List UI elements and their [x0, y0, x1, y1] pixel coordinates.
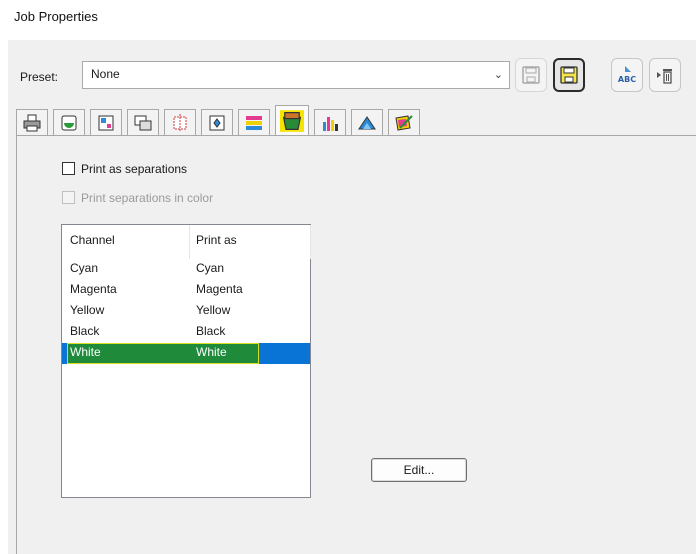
save-disabled-icon — [522, 66, 540, 84]
print-separations-in-color-checkbox[interactable] — [62, 191, 75, 204]
tab-layout[interactable] — [90, 109, 122, 135]
printer-icon — [23, 114, 41, 131]
print-as-column-header[interactable]: Print as — [196, 233, 237, 247]
tab-printer[interactable] — [16, 109, 48, 135]
tab-separations[interactable] — [275, 105, 309, 136]
scale-icon — [134, 115, 152, 130]
channel-cell: White — [70, 345, 101, 359]
tab-ink-channels[interactable] — [314, 109, 346, 135]
table-row[interactable]: Black Black — [62, 322, 310, 343]
save-as-preset-button[interactable] — [553, 58, 585, 92]
tab-profile[interactable] — [351, 109, 383, 135]
tab-color-correction[interactable] — [388, 109, 420, 135]
table-row[interactable]: Yellow Yellow — [62, 301, 310, 322]
channel-cell: Magenta — [70, 282, 117, 296]
print-as-cell: Yellow — [196, 303, 231, 317]
color-correction-icon — [395, 114, 413, 131]
ink-channels-icon — [323, 116, 338, 131]
color-adjust-icon — [246, 115, 262, 130]
print-as-cell: Magenta — [196, 282, 243, 296]
print-as-separations-checkbox[interactable] — [62, 162, 75, 175]
media-icon — [61, 115, 77, 130]
channel-list[interactable]: Channel Print as Cyan Cyan Magenta Magen… — [61, 224, 311, 498]
table-row[interactable]: Cyan Cyan — [62, 259, 310, 280]
preset-value: None — [91, 67, 120, 81]
delete-icon — [657, 69, 672, 84]
tab-media[interactable] — [53, 109, 85, 135]
tab-marks[interactable] — [164, 109, 196, 135]
rename-icon: ABC — [618, 66, 636, 84]
marks-icon — [173, 113, 187, 132]
save-as-icon — [560, 66, 578, 84]
tab-scale[interactable] — [127, 109, 159, 135]
tab-position[interactable] — [201, 109, 233, 135]
layout-icon — [98, 115, 114, 130]
column-divider — [310, 225, 311, 259]
print-separations-in-color-label: Print separations in color — [81, 191, 214, 205]
window-title: Job Properties — [14, 9, 98, 24]
tab-color-adjust[interactable] — [238, 109, 270, 135]
preset-dropdown[interactable]: None ⌄ — [82, 61, 510, 89]
column-divider — [189, 225, 190, 259]
channel-column-header[interactable]: Channel — [70, 233, 115, 247]
print-as-cell: White — [196, 345, 227, 359]
table-row-selected[interactable]: White White — [62, 343, 310, 364]
chevron-down-icon: ⌄ — [493, 69, 503, 81]
edit-button[interactable]: Edit... — [371, 458, 467, 482]
position-icon — [209, 115, 225, 130]
print-as-cell: Black — [196, 324, 226, 338]
print-as-separations-label[interactable]: Print as separations — [81, 162, 187, 176]
channel-cell: Black — [70, 324, 100, 338]
profile-icon — [358, 115, 376, 129]
job-properties-panel: Preset: None ⌄ ABC Print as separations … — [8, 40, 696, 554]
print-as-cell: Cyan — [196, 261, 225, 275]
channel-cell: Yellow — [70, 303, 105, 317]
save-preset-button[interactable] — [515, 58, 547, 92]
separations-icon — [280, 110, 304, 132]
preset-label: Preset: — [20, 70, 59, 84]
delete-preset-button[interactable] — [649, 58, 681, 92]
table-row[interactable]: Magenta Magenta — [62, 280, 310, 301]
rename-preset-button[interactable]: ABC — [611, 58, 643, 92]
rename-icon-text: ABC — [618, 75, 636, 84]
channel-cell: Cyan — [70, 261, 99, 275]
